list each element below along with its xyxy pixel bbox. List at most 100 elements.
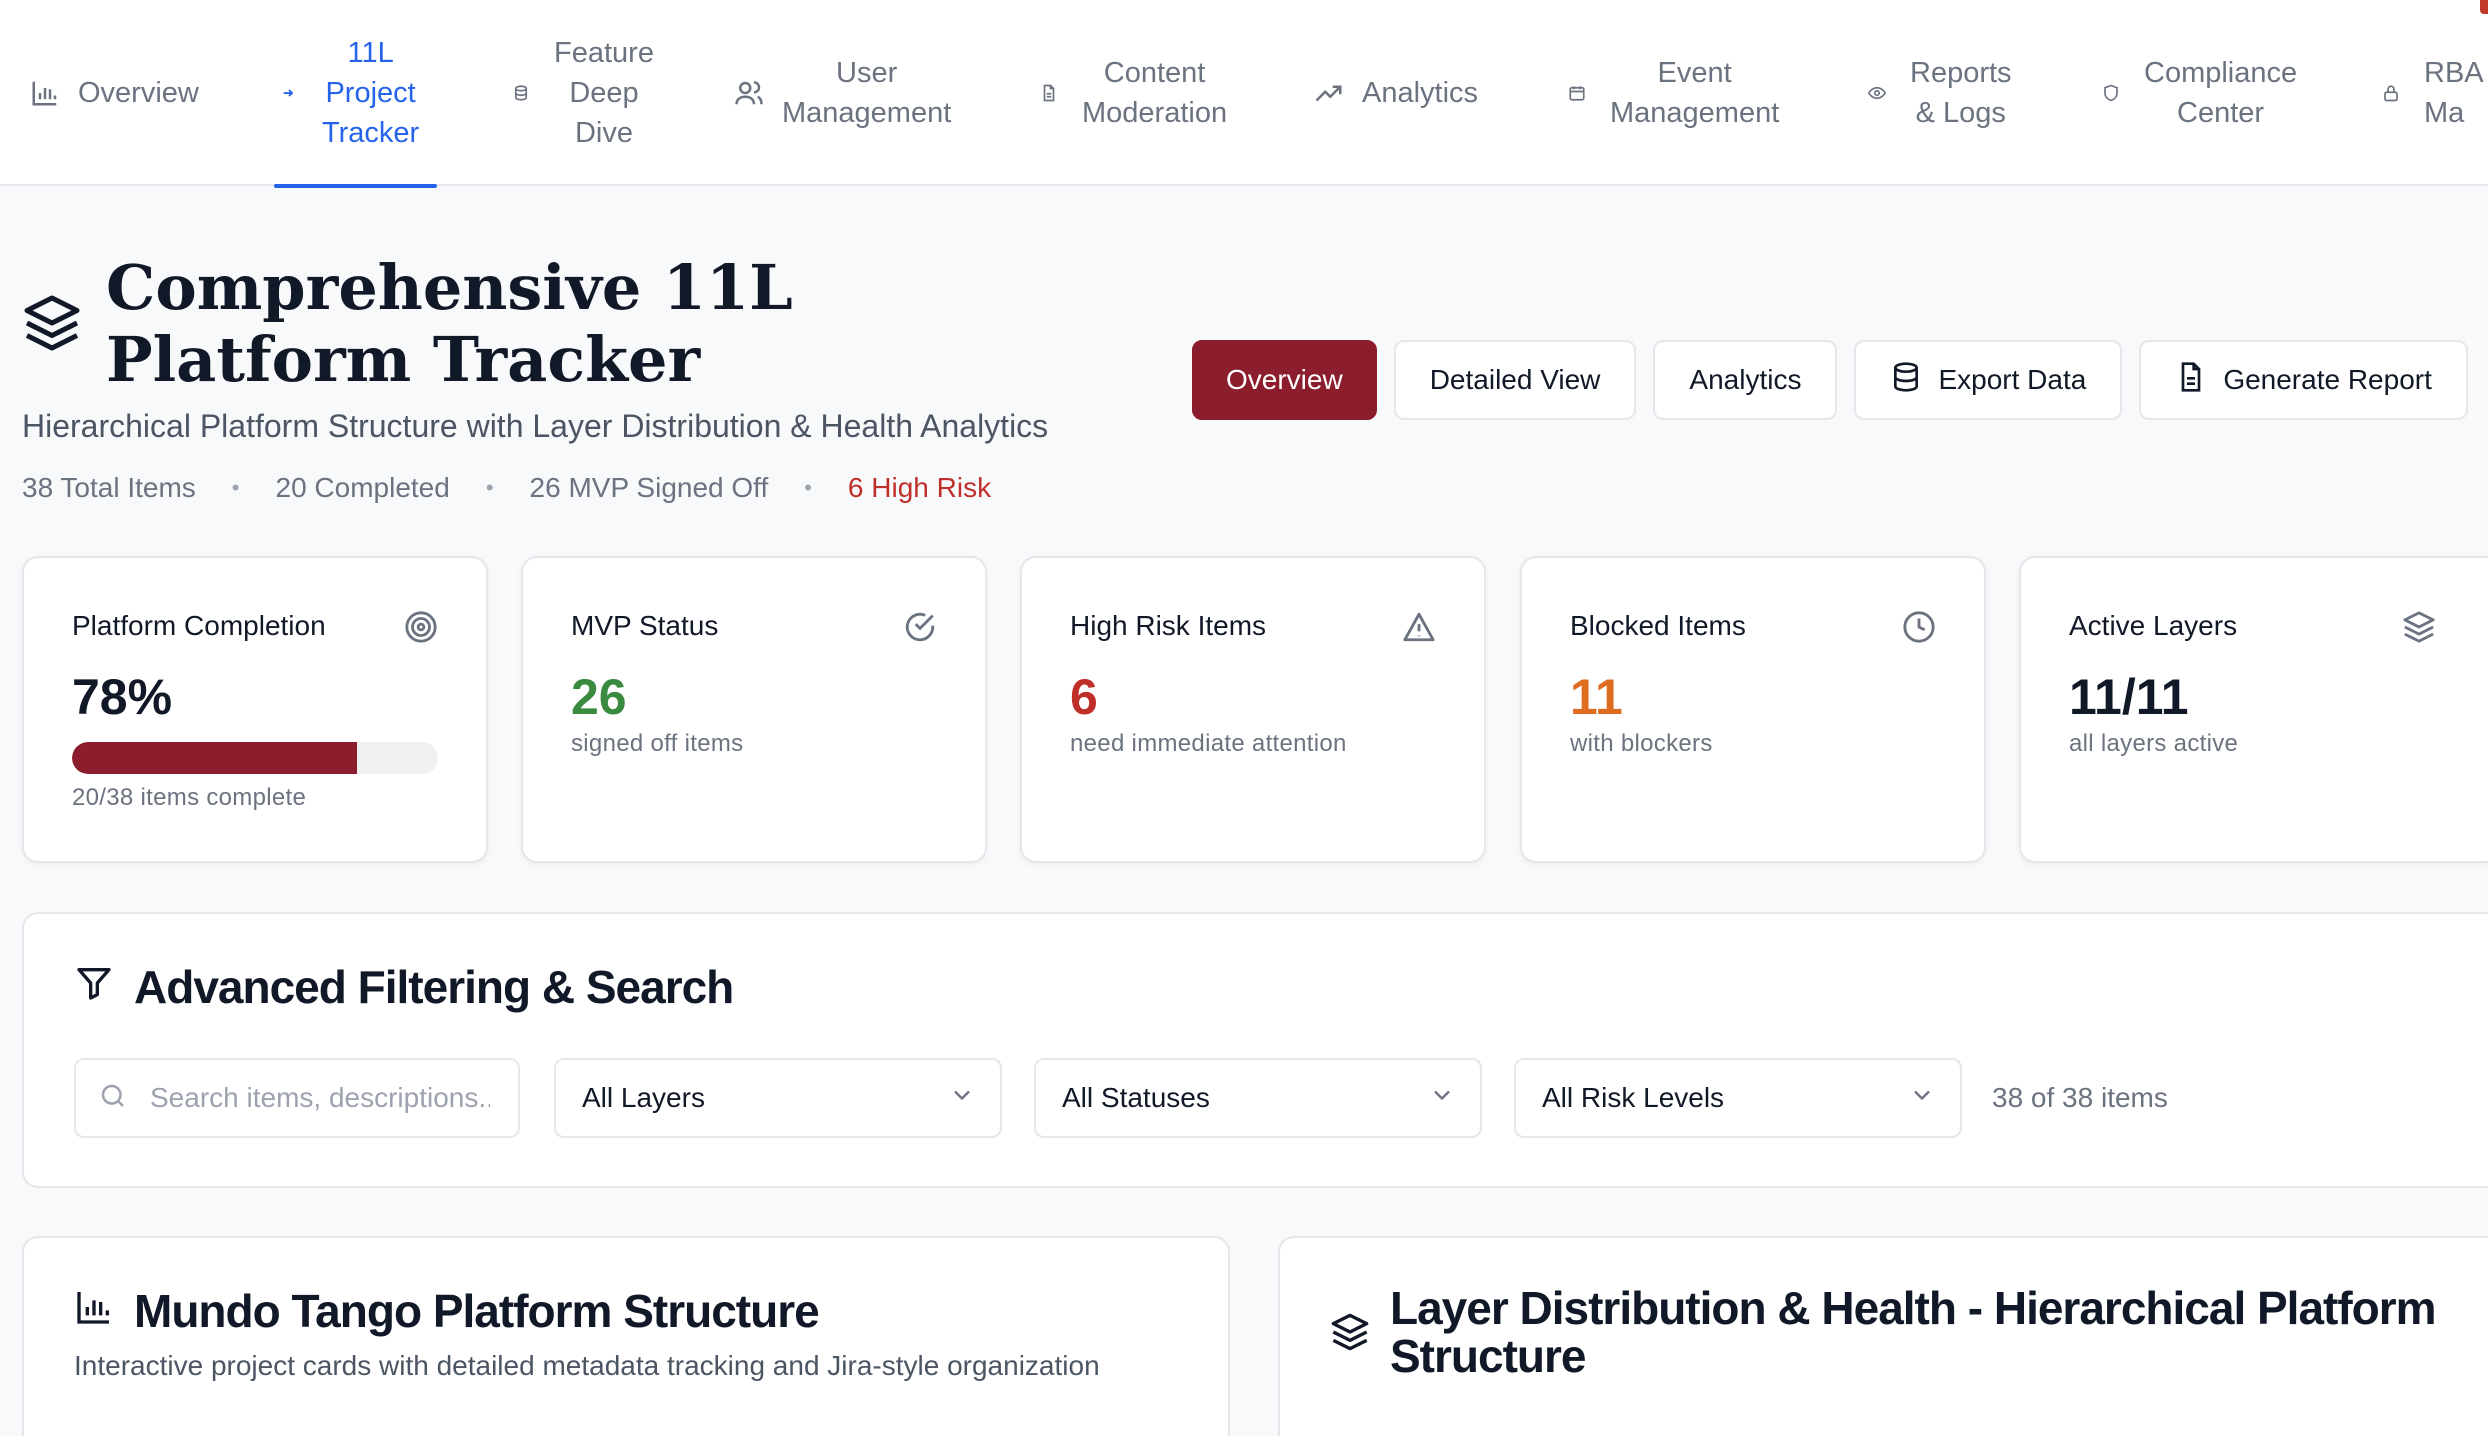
filter-icon [74, 960, 114, 1014]
eye-icon [1862, 78, 1892, 108]
generate-report-button[interactable]: Generate Report [2139, 340, 2468, 420]
chevron-down-icon [1908, 1081, 1936, 1116]
card-value: 78% [72, 669, 173, 725]
active-layers-card: Active Layers 11/11 all layers active [2019, 556, 2488, 863]
layers-icon [1330, 1312, 1370, 1360]
select-value: All Layers [582, 1082, 705, 1113]
search-input[interactable] [150, 1082, 490, 1114]
status-select[interactable]: All Statuses [1034, 1058, 1482, 1138]
card-value: 11 [1570, 669, 1623, 725]
button-label: Export Data [1938, 364, 2087, 395]
card-subtext: all layers active [2069, 730, 2239, 757]
page-title: Comprehensive 11L Platform Tracker [106, 251, 793, 396]
blocked-items-card: Blocked Items 11 with blockers [1520, 556, 1986, 863]
risk-level-select[interactable]: All Risk Levels [1514, 1058, 1962, 1138]
export-data-button[interactable]: Export Data [1854, 340, 2123, 420]
lock-icon [2376, 78, 2406, 108]
chevron-down-icon [948, 1081, 976, 1116]
card-title: High Risk Items [1070, 610, 1267, 641]
button-label: Generate Report [2223, 364, 2432, 395]
mvp-text: 26 MVP Signed Off [529, 472, 769, 503]
section-heading: Advanced Filtering & Search [134, 961, 734, 1013]
separator-dot: • [231, 475, 240, 500]
overview-button[interactable]: Overview [1192, 340, 1377, 420]
select-value: All Statuses [1062, 1082, 1210, 1113]
tab-label: Overview [78, 77, 199, 109]
platform-completion-card: Platform Completion 78% 20/38 items comp… [22, 556, 488, 863]
select-value: All Risk Levels [1542, 1082, 1725, 1113]
warning-icon [1402, 610, 1436, 644]
card-value: 6 [1070, 669, 1098, 725]
layers-icon [22, 292, 82, 354]
card-value: 26 [571, 669, 627, 725]
card-title: Blocked Items [1570, 610, 1746, 641]
filter-section-title: Advanced Filtering & Search [74, 960, 734, 1014]
results-count: 38 of 38 items [1992, 1082, 2168, 1113]
tab-label: Content Moderation [1082, 57, 1228, 129]
detailed-view-button[interactable]: Detailed View [1393, 340, 1637, 420]
analytics-button[interactable]: Analytics [1653, 340, 1838, 420]
tab-compliance-center[interactable]: Compliance Center [2096, 0, 2297, 186]
layer-distribution-panel: Layer Distribution & Health - Hierarchic… [1278, 1236, 2488, 1436]
platform-structure-panel: Mundo Tango Platform Structure Interacti… [22, 1236, 1230, 1436]
button-label: Analytics [1689, 364, 1802, 395]
file-icon [1034, 78, 1064, 108]
search-icon [98, 1081, 128, 1116]
card-title: Active Layers [2069, 610, 2238, 641]
target-icon [404, 610, 438, 644]
tab-analytics[interactable]: Analytics [1314, 0, 1478, 186]
tab-label: Feature Deep Dive [554, 37, 654, 149]
tab-label: Event Management [1610, 57, 1780, 129]
panel-subtitle: Interactive project cards with detailed … [74, 1350, 1100, 1381]
summary-meta: 38 Total Items • 20 Completed • 26 MVP S… [22, 472, 991, 504]
card-subtext: 20/38 items complete [72, 784, 307, 811]
card-title: Platform Completion [72, 610, 326, 641]
separator-dot: • [804, 475, 812, 500]
tab-user-management[interactable]: User Management [734, 0, 951, 186]
tab-label: Analytics [1362, 77, 1479, 109]
section-heading: Layer Distribution & Health - Hierarchic… [1390, 1282, 2437, 1382]
page-subtitle: Hierarchical Platform Structure with Lay… [22, 408, 1049, 444]
card-subtext: signed off items [571, 730, 744, 757]
button-label: Overview [1226, 364, 1343, 395]
tab-event-management[interactable]: Event Management [1562, 0, 1779, 186]
layers-icon [2402, 610, 2436, 644]
card-subtext: need immediate attention [1070, 730, 1347, 757]
card-title: MVP Status [571, 610, 719, 641]
button-label: Detailed View [1429, 364, 1601, 395]
card-subtext: with blockers [1570, 730, 1713, 757]
tab-content-moderation[interactable]: Content Moderation [1034, 0, 1227, 186]
users-icon [734, 78, 764, 108]
high-risk-text: 6 High Risk [847, 472, 992, 503]
tab-feature-deep-dive[interactable]: Feature Deep Dive [506, 0, 654, 186]
bar-chart-icon [74, 1284, 114, 1338]
total-items-text: 38 Total Items [22, 472, 196, 503]
shield-icon [2096, 78, 2126, 108]
completed-text: 20 Completed [275, 472, 450, 503]
tab-label: Compliance Center [2144, 57, 2298, 129]
search-field[interactable] [74, 1058, 520, 1138]
layer-select[interactable]: All Layers [554, 1058, 1002, 1138]
card-value: 11/11 [2069, 669, 2189, 725]
tab-label: Reports & Logs [1910, 57, 2012, 129]
panel-title: Mundo Tango Platform Structure [74, 1284, 820, 1338]
completion-progress-bar [72, 742, 438, 774]
progress-fill [72, 742, 358, 774]
scroll-indicator [2480, 0, 2488, 14]
bar-chart-icon [30, 78, 60, 108]
top-navigation: Overview 11L Project Tracker Feature Dee… [0, 0, 2488, 188]
separator-dot: • [485, 475, 494, 500]
tab-overview[interactable]: Overview [30, 0, 199, 186]
high-risk-card: High Risk Items 6 need immediate attenti… [1020, 556, 1486, 863]
tab-label: 11L Project Tracker [322, 37, 420, 149]
tab-11l-project-tracker[interactable]: 11L Project Tracker [274, 0, 438, 188]
view-actions: Overview Detailed View Analytics Export … [1192, 340, 2468, 420]
tab-label: User Management [782, 57, 952, 129]
trending-up-icon [1314, 78, 1344, 108]
database-icon [1890, 361, 1922, 400]
calendar-icon [1562, 78, 1592, 108]
small-arrow-icon [274, 78, 304, 108]
tab-reports-logs[interactable]: Reports & Logs [1862, 0, 2012, 186]
tab-rbac-management[interactable]: RBA Ma [2376, 0, 2484, 186]
mvp-status-card: MVP Status 26 signed off items [521, 556, 987, 863]
